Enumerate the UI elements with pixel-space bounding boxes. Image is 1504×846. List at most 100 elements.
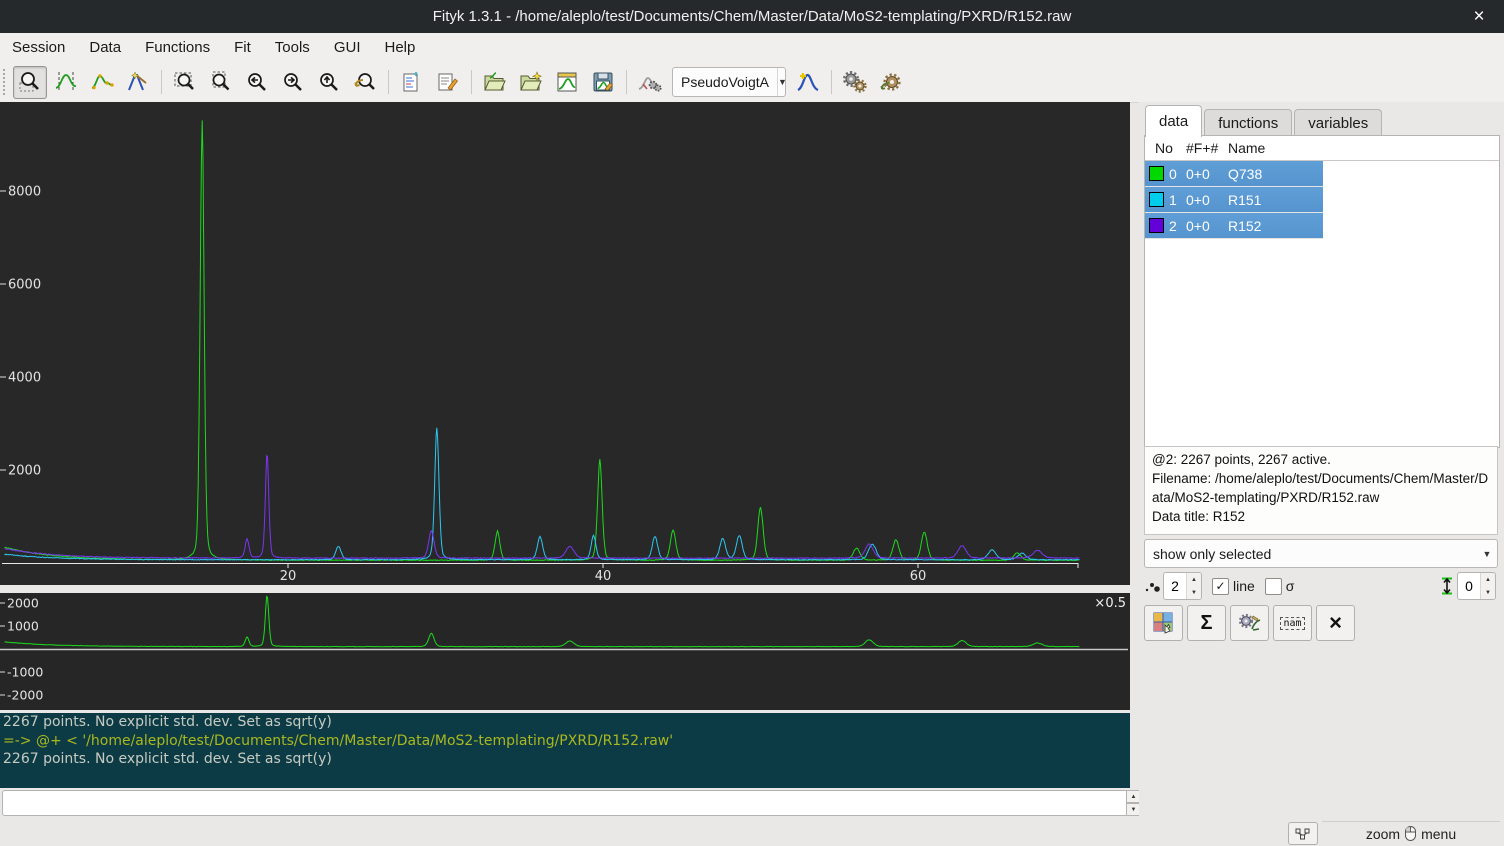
- zoom-up-button[interactable]: [312, 66, 346, 99]
- status-config-button[interactable]: [1288, 822, 1318, 845]
- shift-spinner[interactable]: 0 ▲ ▼: [1457, 572, 1496, 600]
- strip-background-button[interactable]: [633, 66, 667, 99]
- show-only-selected-select[interactable]: show only selected ▼: [1144, 539, 1498, 566]
- menu-fit[interactable]: Fit: [222, 35, 263, 60]
- svg-text:2000: 2000: [8, 464, 41, 479]
- table-row[interactable]: 1 0+0 R151: [1145, 187, 1323, 213]
- range-mode-button[interactable]: [49, 66, 83, 99]
- export-image-button[interactable]: [550, 66, 584, 99]
- add-peak-mode-button[interactable]: [85, 66, 119, 99]
- zoom-vertical-button[interactable]: [204, 66, 238, 99]
- dataset-color-swatch[interactable]: [1149, 218, 1164, 233]
- right-button-hint: menu: [1421, 826, 1456, 842]
- aux-plot-canvas: 20001000-1000-2000: [0, 593, 1130, 710]
- console-line: 2267 points. No explicit std. dev. Set a…: [0, 713, 1130, 732]
- tab-functions[interactable]: functions: [1204, 109, 1292, 137]
- info-title: Data title: R152: [1152, 507, 1490, 526]
- spin-down-icon[interactable]: ▼: [1481, 586, 1495, 599]
- zoom-right-icon: [281, 70, 305, 94]
- column-header-no[interactable]: No: [1145, 140, 1181, 156]
- menu-tools[interactable]: Tools: [263, 35, 322, 60]
- zoom-all-button[interactable]: [168, 66, 202, 99]
- point-size-value: 2: [1164, 573, 1186, 599]
- point-size-spinner[interactable]: 2 ▲ ▼: [1163, 572, 1202, 600]
- aux-multiplier-label: ×0.5: [1094, 596, 1126, 611]
- info-points: @2: 2267 points, 2267 active.: [1152, 450, 1490, 469]
- output-console[interactable]: 2267 points. No explicit std. dev. Set a…: [0, 713, 1130, 788]
- drag-peak-mode-button[interactable]: [121, 66, 155, 99]
- zoom-left-button[interactable]: [240, 66, 274, 99]
- data-table-button[interactable]: [1144, 605, 1183, 641]
- command-input[interactable]: [2, 790, 1128, 816]
- add-peak-icon: [90, 70, 114, 94]
- edit-script-button[interactable]: [431, 66, 465, 99]
- aux-plot[interactable]: 20001000-1000-2000 ×0.5: [0, 593, 1130, 710]
- vertical-shift-icon: [1440, 576, 1454, 596]
- console-line: 2267 points. No explicit std. dev. Set a…: [0, 750, 1130, 769]
- open-session-button[interactable]: [478, 66, 512, 99]
- script-log-icon: [400, 70, 424, 94]
- column-header-ff[interactable]: #F+#: [1181, 140, 1223, 156]
- edit-script-icon: [436, 70, 460, 94]
- tab-variables[interactable]: variables: [1294, 109, 1382, 137]
- fit-run-button[interactable]: [838, 66, 872, 99]
- mouse-icon: [1404, 825, 1417, 842]
- toolbar-grip[interactable]: [3, 69, 12, 95]
- line-checkbox[interactable]: ✓: [1212, 578, 1229, 595]
- spin-down-icon[interactable]: ▼: [1187, 586, 1201, 599]
- delete-icon: ×: [1329, 613, 1342, 633]
- delete-dataset-button[interactable]: ×: [1316, 605, 1355, 641]
- side-panel: data functions variables No #F+# Name 0 …: [1139, 102, 1504, 818]
- menu-help[interactable]: Help: [372, 35, 427, 60]
- fit-continue-button[interactable]: [874, 66, 908, 99]
- previous-zoom-button[interactable]: [348, 66, 382, 99]
- transform-gears-icon: [1237, 611, 1263, 635]
- svg-text:8000: 8000: [8, 185, 41, 200]
- panel-tabs: data functions variables: [1145, 105, 1384, 137]
- menu-data[interactable]: Data: [77, 35, 133, 60]
- transform-data-button[interactable]: [1230, 605, 1269, 641]
- spin-up-icon[interactable]: ▲: [1481, 573, 1495, 586]
- function-type-select[interactable]: PseudoVoigtA ▼: [672, 67, 786, 97]
- tab-data[interactable]: data: [1145, 105, 1202, 137]
- column-header-name[interactable]: Name: [1223, 140, 1323, 156]
- sigma-label[interactable]: σ: [1286, 578, 1295, 594]
- status-bar: zoom menu: [0, 818, 1504, 846]
- sum-datasets-button[interactable]: Σ: [1187, 605, 1226, 641]
- shift-value: 0: [1458, 573, 1480, 599]
- sigma-checkbox[interactable]: [1265, 578, 1282, 595]
- spin-up-icon[interactable]: ▲: [1187, 573, 1201, 586]
- execute-script-button[interactable]: [514, 66, 548, 99]
- left-button-hint: zoom: [1366, 826, 1400, 842]
- line-label[interactable]: line: [1233, 578, 1255, 594]
- dataset-ff: 0+0: [1181, 218, 1223, 234]
- dataset-color-swatch[interactable]: [1149, 192, 1164, 207]
- data-table-icon: [1152, 611, 1176, 635]
- dataset-color-swatch[interactable]: [1149, 166, 1164, 181]
- table-row[interactable]: 2 0+0 R152: [1145, 213, 1323, 239]
- svg-text:2000: 2000: [7, 596, 39, 611]
- info-filename: Filename: /home/aleplo/test/Documents/Ch…: [1152, 469, 1490, 507]
- log-script-button[interactable]: [395, 66, 429, 99]
- menu-functions[interactable]: Functions: [133, 35, 222, 60]
- zoom-right-button[interactable]: [276, 66, 310, 99]
- open-folder-icon: [482, 70, 508, 94]
- menu-bar: Session Data Functions Fit Tools GUI Hel…: [0, 33, 1504, 63]
- svg-text:4000: 4000: [8, 371, 41, 386]
- mouse-hints: zoom menu: [1322, 821, 1500, 845]
- title-bar: Fityk 1.3.1 - /home/aleplo/test/Document…: [0, 0, 1504, 33]
- menu-session[interactable]: Session: [0, 35, 77, 60]
- save-session-button[interactable]: [586, 66, 620, 99]
- rename-dataset-button[interactable]: nam: [1273, 605, 1312, 641]
- check-icon: ✓: [1215, 579, 1225, 593]
- fit-continue-icon: [878, 70, 904, 94]
- close-icon[interactable]: ×: [1464, 0, 1494, 33]
- main-plot[interactable]: 8000600040002000204060: [0, 102, 1130, 585]
- menu-gui[interactable]: GUI: [322, 35, 373, 60]
- console-line: =-> @+ < '/home/aleplo/test/Documents/Ch…: [0, 732, 1130, 751]
- toolbar-separator: [388, 70, 389, 94]
- fit-gears-icon: [842, 70, 868, 94]
- auto-add-peak-button[interactable]: [791, 66, 825, 99]
- zoom-mode-button[interactable]: [13, 66, 47, 99]
- table-row[interactable]: 0 0+0 Q738: [1145, 161, 1323, 187]
